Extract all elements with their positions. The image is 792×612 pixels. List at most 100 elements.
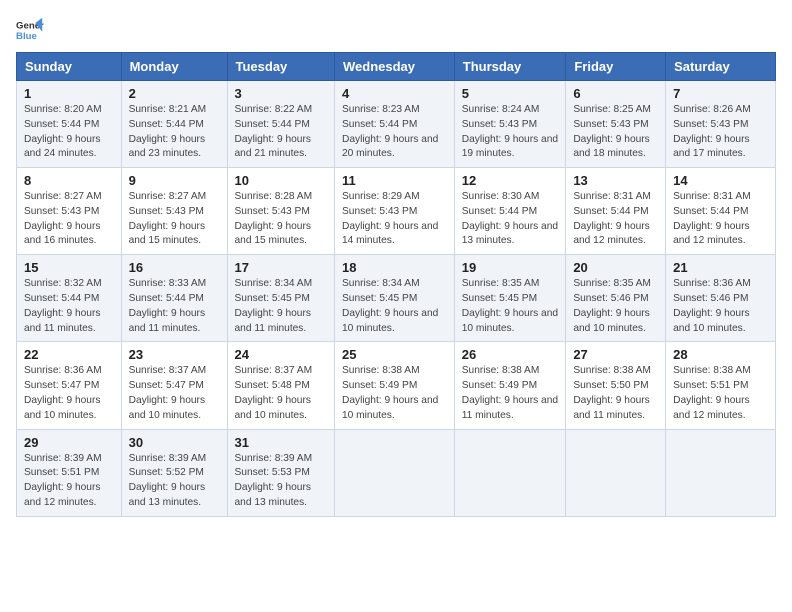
day-number: 12 (462, 173, 559, 188)
day-number: 31 (235, 435, 328, 450)
page-header: General Blue (16, 16, 776, 44)
day-detail: Sunrise: 8:28 AM Sunset: 5:43 PM Dayligh… (235, 190, 328, 249)
day-detail: Sunrise: 8:35 AM Sunset: 5:46 PM Dayligh… (573, 277, 658, 336)
calendar-table: SundayMondayTuesdayWednesdayThursdayFrid… (16, 52, 776, 517)
day-number: 28 (673, 347, 768, 362)
day-detail: Sunrise: 8:39 AM Sunset: 5:53 PM Dayligh… (235, 452, 328, 511)
day-number: 22 (24, 347, 114, 362)
day-cell: 26 Sunrise: 8:38 AM Sunset: 5:49 PM Dayl… (454, 342, 566, 429)
day-cell: 6 Sunrise: 8:25 AM Sunset: 5:43 PM Dayli… (566, 81, 666, 168)
day-cell: 28 Sunrise: 8:38 AM Sunset: 5:51 PM Dayl… (666, 342, 776, 429)
day-detail: Sunrise: 8:29 AM Sunset: 5:43 PM Dayligh… (342, 190, 447, 249)
day-detail: Sunrise: 8:31 AM Sunset: 5:44 PM Dayligh… (673, 190, 768, 249)
day-detail: Sunrise: 8:25 AM Sunset: 5:43 PM Dayligh… (573, 103, 658, 162)
day-number: 27 (573, 347, 658, 362)
day-cell: 16 Sunrise: 8:33 AM Sunset: 5:44 PM Dayl… (121, 255, 227, 342)
day-detail: Sunrise: 8:27 AM Sunset: 5:43 PM Dayligh… (24, 190, 114, 249)
day-cell: 14 Sunrise: 8:31 AM Sunset: 5:44 PM Dayl… (666, 168, 776, 255)
day-cell: 15 Sunrise: 8:32 AM Sunset: 5:44 PM Dayl… (17, 255, 122, 342)
col-header-tuesday: Tuesday (227, 53, 335, 81)
day-detail: Sunrise: 8:36 AM Sunset: 5:46 PM Dayligh… (673, 277, 768, 336)
day-detail: Sunrise: 8:33 AM Sunset: 5:44 PM Dayligh… (129, 277, 220, 336)
day-cell: 5 Sunrise: 8:24 AM Sunset: 5:43 PM Dayli… (454, 81, 566, 168)
day-number: 10 (235, 173, 328, 188)
day-detail: Sunrise: 8:20 AM Sunset: 5:44 PM Dayligh… (24, 103, 114, 162)
day-number: 8 (24, 173, 114, 188)
day-cell: 24 Sunrise: 8:37 AM Sunset: 5:48 PM Dayl… (227, 342, 335, 429)
day-cell: 22 Sunrise: 8:36 AM Sunset: 5:47 PM Dayl… (17, 342, 122, 429)
day-number: 29 (24, 435, 114, 450)
day-detail: Sunrise: 8:38 AM Sunset: 5:50 PM Dayligh… (573, 364, 658, 423)
day-detail: Sunrise: 8:23 AM Sunset: 5:44 PM Dayligh… (342, 103, 447, 162)
day-number: 11 (342, 173, 447, 188)
day-cell: 18 Sunrise: 8:34 AM Sunset: 5:45 PM Dayl… (335, 255, 455, 342)
day-number: 9 (129, 173, 220, 188)
day-number: 7 (673, 86, 768, 101)
day-number: 4 (342, 86, 447, 101)
day-number: 16 (129, 260, 220, 275)
day-detail: Sunrise: 8:34 AM Sunset: 5:45 PM Dayligh… (235, 277, 328, 336)
day-cell: 13 Sunrise: 8:31 AM Sunset: 5:44 PM Dayl… (566, 168, 666, 255)
logo-icon: General Blue (16, 16, 44, 44)
day-detail: Sunrise: 8:26 AM Sunset: 5:43 PM Dayligh… (673, 103, 768, 162)
day-cell (666, 429, 776, 516)
day-detail: Sunrise: 8:39 AM Sunset: 5:51 PM Dayligh… (24, 452, 114, 511)
day-cell: 29 Sunrise: 8:39 AM Sunset: 5:51 PM Dayl… (17, 429, 122, 516)
col-header-wednesday: Wednesday (335, 53, 455, 81)
day-number: 2 (129, 86, 220, 101)
week-row-5: 29 Sunrise: 8:39 AM Sunset: 5:51 PM Dayl… (17, 429, 776, 516)
day-number: 30 (129, 435, 220, 450)
day-detail: Sunrise: 8:34 AM Sunset: 5:45 PM Dayligh… (342, 277, 447, 336)
day-detail: Sunrise: 8:35 AM Sunset: 5:45 PM Dayligh… (462, 277, 559, 336)
week-row-2: 8 Sunrise: 8:27 AM Sunset: 5:43 PM Dayli… (17, 168, 776, 255)
week-row-3: 15 Sunrise: 8:32 AM Sunset: 5:44 PM Dayl… (17, 255, 776, 342)
day-detail: Sunrise: 8:38 AM Sunset: 5:49 PM Dayligh… (342, 364, 447, 423)
day-detail: Sunrise: 8:30 AM Sunset: 5:44 PM Dayligh… (462, 190, 559, 249)
day-number: 20 (573, 260, 658, 275)
day-cell (566, 429, 666, 516)
day-number: 25 (342, 347, 447, 362)
day-cell: 17 Sunrise: 8:34 AM Sunset: 5:45 PM Dayl… (227, 255, 335, 342)
day-number: 19 (462, 260, 559, 275)
day-detail: Sunrise: 8:31 AM Sunset: 5:44 PM Dayligh… (573, 190, 658, 249)
day-detail: Sunrise: 8:38 AM Sunset: 5:49 PM Dayligh… (462, 364, 559, 423)
day-cell: 10 Sunrise: 8:28 AM Sunset: 5:43 PM Dayl… (227, 168, 335, 255)
day-detail: Sunrise: 8:36 AM Sunset: 5:47 PM Dayligh… (24, 364, 114, 423)
col-header-sunday: Sunday (17, 53, 122, 81)
day-cell: 9 Sunrise: 8:27 AM Sunset: 5:43 PM Dayli… (121, 168, 227, 255)
day-cell: 31 Sunrise: 8:39 AM Sunset: 5:53 PM Dayl… (227, 429, 335, 516)
day-cell: 12 Sunrise: 8:30 AM Sunset: 5:44 PM Dayl… (454, 168, 566, 255)
col-header-thursday: Thursday (454, 53, 566, 81)
day-cell: 25 Sunrise: 8:38 AM Sunset: 5:49 PM Dayl… (335, 342, 455, 429)
day-number: 14 (673, 173, 768, 188)
svg-text:Blue: Blue (16, 31, 37, 42)
day-number: 13 (573, 173, 658, 188)
day-number: 21 (673, 260, 768, 275)
day-cell: 21 Sunrise: 8:36 AM Sunset: 5:46 PM Dayl… (666, 255, 776, 342)
week-row-1: 1 Sunrise: 8:20 AM Sunset: 5:44 PM Dayli… (17, 81, 776, 168)
day-number: 3 (235, 86, 328, 101)
week-row-4: 22 Sunrise: 8:36 AM Sunset: 5:47 PM Dayl… (17, 342, 776, 429)
day-detail: Sunrise: 8:37 AM Sunset: 5:47 PM Dayligh… (129, 364, 220, 423)
day-number: 24 (235, 347, 328, 362)
day-detail: Sunrise: 8:39 AM Sunset: 5:52 PM Dayligh… (129, 452, 220, 511)
day-cell: 8 Sunrise: 8:27 AM Sunset: 5:43 PM Dayli… (17, 168, 122, 255)
day-cell: 1 Sunrise: 8:20 AM Sunset: 5:44 PM Dayli… (17, 81, 122, 168)
day-cell (454, 429, 566, 516)
day-cell: 23 Sunrise: 8:37 AM Sunset: 5:47 PM Dayl… (121, 342, 227, 429)
day-number: 26 (462, 347, 559, 362)
day-cell: 27 Sunrise: 8:38 AM Sunset: 5:50 PM Dayl… (566, 342, 666, 429)
day-detail: Sunrise: 8:37 AM Sunset: 5:48 PM Dayligh… (235, 364, 328, 423)
day-cell: 19 Sunrise: 8:35 AM Sunset: 5:45 PM Dayl… (454, 255, 566, 342)
day-cell: 30 Sunrise: 8:39 AM Sunset: 5:52 PM Dayl… (121, 429, 227, 516)
day-number: 18 (342, 260, 447, 275)
day-number: 17 (235, 260, 328, 275)
day-number: 6 (573, 86, 658, 101)
logo: General Blue (16, 16, 44, 44)
day-detail: Sunrise: 8:21 AM Sunset: 5:44 PM Dayligh… (129, 103, 220, 162)
day-cell: 20 Sunrise: 8:35 AM Sunset: 5:46 PM Dayl… (566, 255, 666, 342)
col-header-friday: Friday (566, 53, 666, 81)
day-detail: Sunrise: 8:38 AM Sunset: 5:51 PM Dayligh… (673, 364, 768, 423)
day-cell: 2 Sunrise: 8:21 AM Sunset: 5:44 PM Dayli… (121, 81, 227, 168)
day-cell (335, 429, 455, 516)
